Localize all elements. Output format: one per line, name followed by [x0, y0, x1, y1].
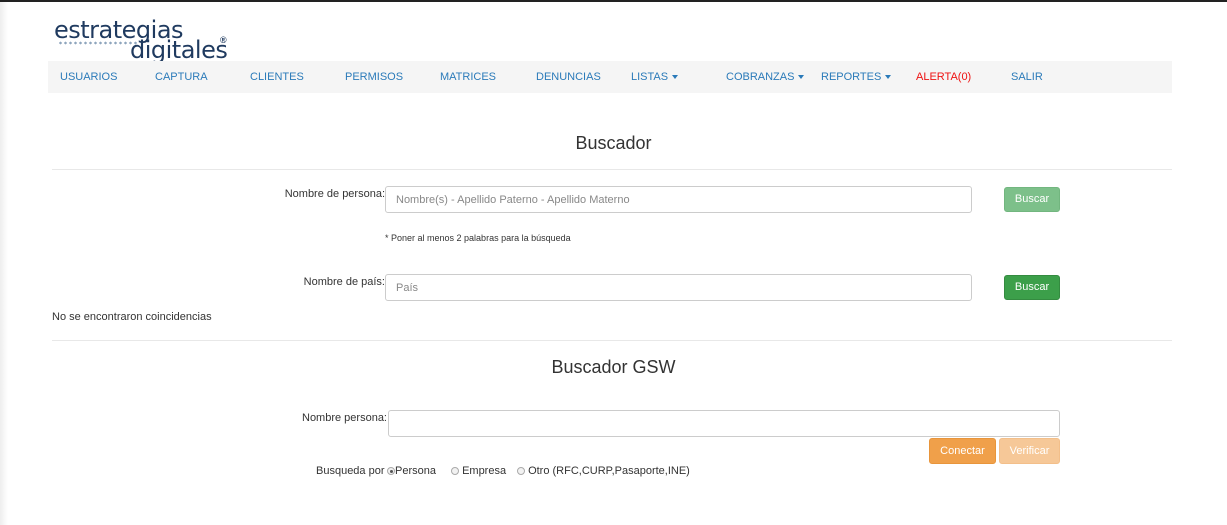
buscador-title: Buscador [575, 133, 652, 153]
main-navbar: USUARIOS CAPTURA CLIENTES PERMISOS MATRI… [48, 61, 1172, 93]
nav-listas-label: LISTAS [631, 71, 669, 83]
nav-captura[interactable]: CAPTURA [155, 61, 208, 93]
radio-empresa-label: Empresa [462, 465, 507, 477]
no-results-message: No se encontraron coincidencias [52, 311, 212, 323]
nav-alerta[interactable]: ALERTA(0) [916, 61, 971, 93]
gsw-person-label: Nombre persona: [302, 412, 387, 424]
radio-persona[interactable]: Persona [387, 465, 436, 477]
nav-usuarios[interactable]: USUARIOS [60, 61, 117, 93]
nav-cobranzas-dropdown[interactable]: COBRANZAS [726, 61, 805, 93]
nav-reportes-dropdown[interactable]: REPORTES [821, 61, 892, 93]
caret-down-icon [672, 75, 679, 80]
search-by-label: Busqueda por [316, 465, 385, 477]
nav-reportes-label: REPORTES [821, 71, 882, 83]
radio-unchecked-icon[interactable] [517, 467, 525, 475]
nav-clientes[interactable]: CLIENTES [250, 61, 304, 93]
divider [52, 169, 1172, 170]
nav-matrices[interactable]: MATRICES [440, 61, 496, 93]
nav-salir[interactable]: SALIR [1011, 61, 1043, 93]
logo-dots [58, 41, 138, 45]
radio-unchecked-icon[interactable] [451, 467, 459, 475]
country-name-input[interactable] [385, 274, 972, 301]
gsw-person-input[interactable] [388, 410, 1060, 437]
radio-checked-icon[interactable] [387, 467, 395, 475]
verify-button[interactable]: Verificar [999, 438, 1060, 464]
radio-persona-label: Persona [395, 465, 436, 477]
search-country-button[interactable]: Buscar [1004, 275, 1060, 300]
caret-down-icon [885, 75, 892, 80]
search-person-button[interactable]: Buscar [1004, 187, 1060, 212]
caret-down-icon [798, 75, 805, 80]
nav-cobranzas-label: COBRANZAS [726, 71, 795, 83]
nav-listas-dropdown[interactable]: LISTAS [631, 61, 679, 93]
nav-permisos[interactable]: PERMISOS [345, 61, 403, 93]
search-hint: * Poner al menos 2 palabras para la búsq… [385, 233, 571, 243]
radio-otro-label: Otro (RFC,CURP,Pasaporte,INE) [528, 465, 690, 477]
divider [52, 340, 1172, 341]
connect-button[interactable]: Conectar [929, 438, 996, 464]
gsw-title: Buscador GSW [551, 357, 676, 377]
logo[interactable]: estrategias digitales ® [54, 14, 244, 64]
radio-empresa[interactable]: Empresa [451, 465, 506, 477]
window-left-shade [0, 2, 8, 525]
logo-line-2: digitales [130, 36, 228, 64]
person-name-label: Nombre de persona: [284, 188, 385, 200]
country-name-label: Nombre de país: [303, 276, 385, 288]
person-name-input[interactable] [385, 186, 972, 213]
registered-mark: ® [220, 35, 227, 45]
window-top-border [0, 0, 1227, 2]
radio-otro[interactable]: Otro (RFC,CURP,Pasaporte,INE) [517, 465, 690, 477]
nav-denuncias[interactable]: DENUNCIAS [536, 61, 601, 93]
